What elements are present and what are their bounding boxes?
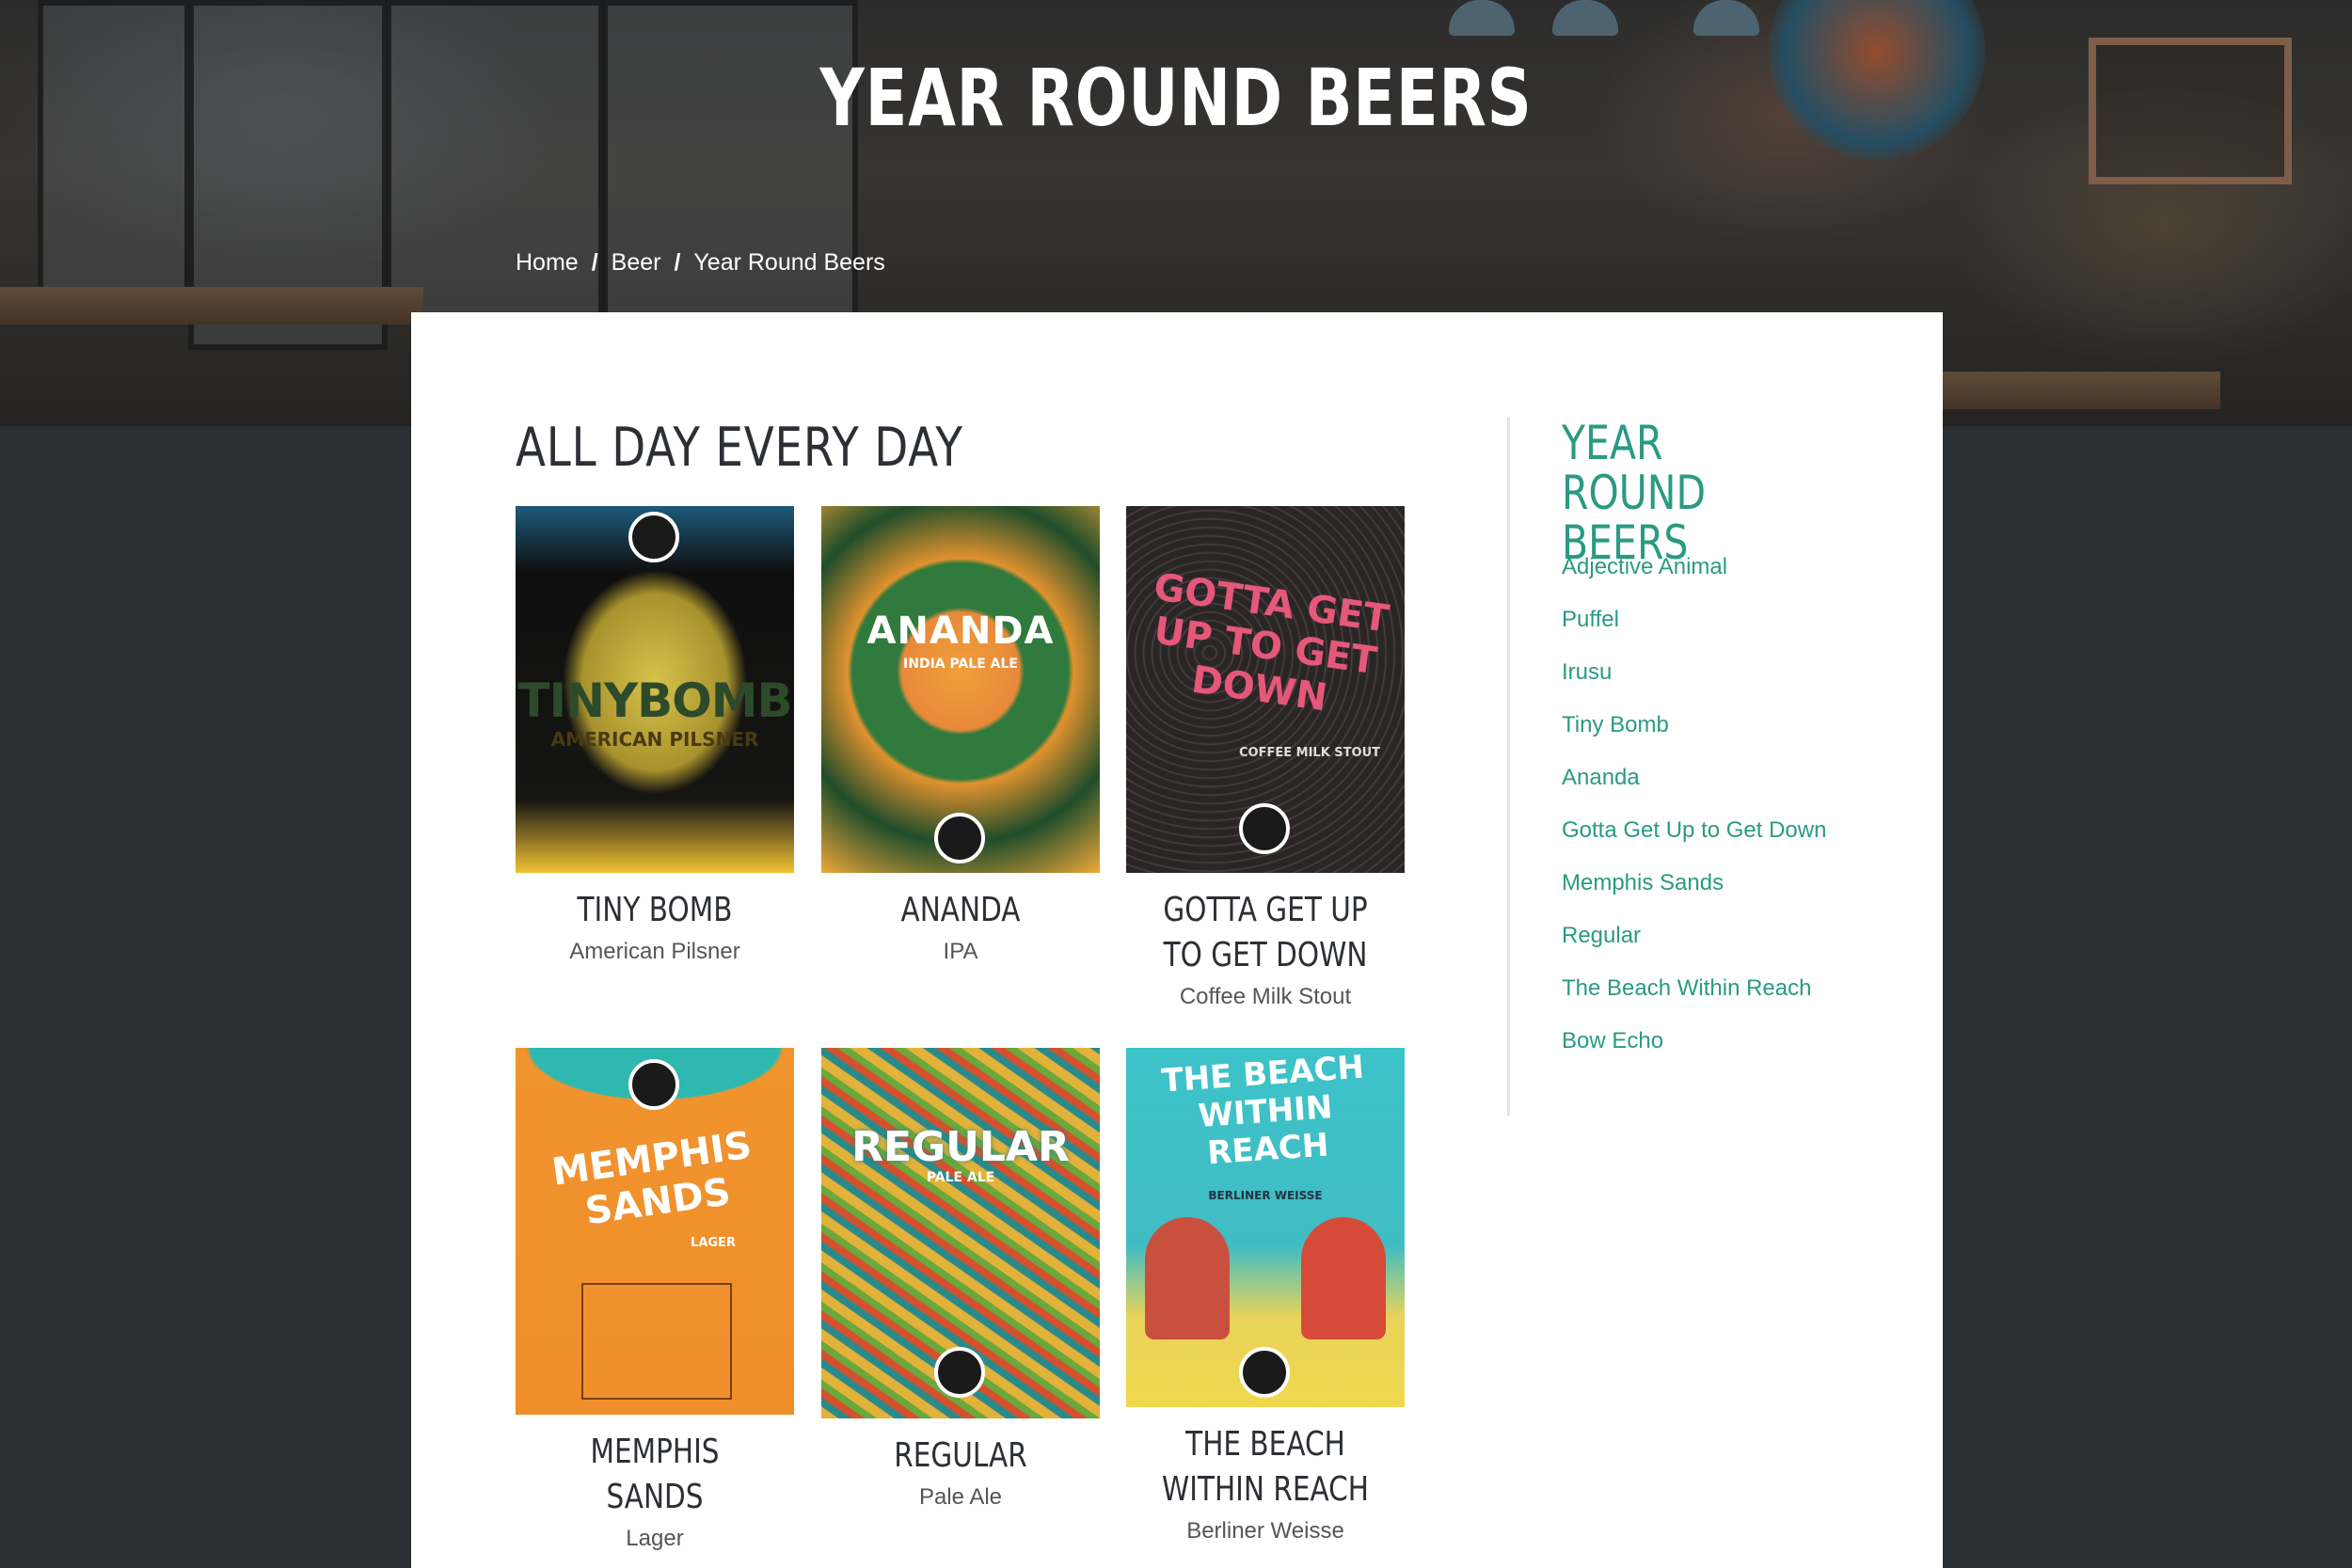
- gotta-get-up-poster[interactable]: GOTTA GET UP TO GET DOWN COFFEE MILK STO…: [1126, 506, 1405, 873]
- wisacre-logo-icon: [628, 512, 679, 562]
- beer-card-ananda[interactable]: ANANDA INDIA PALE ALE ANANDA IPA: [821, 506, 1100, 965]
- poster-figure: [1145, 1217, 1230, 1339]
- beach-within-reach-poster[interactable]: THE BEACH WITHIN REACH BERLINER WEISSE: [1126, 1048, 1405, 1407]
- beer-card-tiny-bomb[interactable]: TINYBOMB AMERICAN PILSNER TINY BOMB Amer…: [516, 506, 794, 965]
- beer-card-beach-within-reach[interactable]: THE BEACH WITHIN REACH BERLINER WEISSE T…: [1126, 1048, 1405, 1544]
- sidebar-link-beach-within-reach[interactable]: The Beach Within Reach: [1562, 969, 1844, 1008]
- beer-name[interactable]: THE BEACH WITHIN REACH: [1152, 1422, 1380, 1513]
- beer-name[interactable]: MEMPHIS SANDS: [541, 1430, 770, 1520]
- sidebar-divider: [1507, 417, 1510, 1116]
- sidebar-link-gotta-get-up[interactable]: Gotta Get Up to Get Down: [1562, 811, 1844, 850]
- poster-figure: [1301, 1217, 1386, 1339]
- poster-subtitle: INDIA PALE ALE: [903, 657, 1018, 672]
- breadcrumb-separator: /: [674, 249, 681, 276]
- poster-title: THE BEACH WITHIN REACH: [1160, 1048, 1366, 1173]
- beer-style: Lager: [626, 1526, 684, 1551]
- sidebar-link-regular[interactable]: Regular: [1562, 916, 1844, 956]
- regular-poster[interactable]: REGULAR PALE ALE: [821, 1048, 1100, 1418]
- beer-style: IPA: [943, 939, 978, 964]
- beer-name[interactable]: GOTTA GET UP TO GET DOWN: [1152, 888, 1380, 978]
- beer-style: Coffee Milk Stout: [1179, 984, 1352, 1009]
- breadcrumb-home-link[interactable]: Home: [516, 249, 579, 277]
- poster-label-box: [581, 1283, 732, 1400]
- sidebar-link-tiny-bomb[interactable]: Tiny Bomb: [1562, 705, 1844, 745]
- beer-name[interactable]: ANANDA: [847, 888, 1075, 933]
- memphis-sands-poster[interactable]: MEMPHIS SANDS LAGER: [516, 1048, 794, 1415]
- sidebar-link-irusu[interactable]: Irusu: [1562, 653, 1844, 692]
- sidebar-title: YEAR ROUND BEERS: [1562, 416, 1707, 570]
- beer-style: American Pilsner: [569, 939, 740, 964]
- beer-name[interactable]: TINY BOMB: [541, 888, 770, 933]
- sidebar-nav: Adjective Animal Puffel Irusu Tiny Bomb …: [1562, 547, 1844, 1074]
- poster-subtitle: BERLINER WEISSE: [1208, 1189, 1323, 1202]
- section-title: ALL DAY EVERY DAY: [516, 417, 963, 479]
- breadcrumb: Home / Beer / Year Round Beers: [516, 249, 885, 277]
- wisacre-logo-icon: [628, 1059, 679, 1110]
- wisacre-logo-icon: [934, 813, 985, 863]
- beer-card-gotta-get-up[interactable]: GOTTA GET UP TO GET DOWN COFFEE MILK STO…: [1126, 506, 1405, 1010]
- sidebar-link-puffel[interactable]: Puffel: [1562, 600, 1844, 640]
- breadcrumb-beer-link[interactable]: Beer: [612, 249, 661, 277]
- sidebar-link-adjective-animal[interactable]: Adjective Animal: [1562, 547, 1844, 587]
- wisacre-logo-icon: [1239, 803, 1290, 854]
- poster-title: REGULAR: [851, 1123, 1070, 1171]
- breadcrumb-current: Year Round Beers: [693, 249, 885, 276]
- wisacre-logo-icon: [1239, 1347, 1290, 1398]
- poster-title: ANANDA: [866, 610, 1055, 653]
- page-title: YEAR ROUND BEERS: [819, 52, 1533, 144]
- beer-style: Pale Ale: [918, 1484, 1003, 1510]
- poster-subtitle: LAGER: [691, 1236, 736, 1250]
- sidebar-link-bow-echo[interactable]: Bow Echo: [1562, 1022, 1844, 1061]
- beer-style: Berliner Weisse: [1186, 1518, 1344, 1544]
- poster-title: MEMPHIS SANDS: [548, 1123, 755, 1234]
- beer-card-memphis-sands[interactable]: MEMPHIS SANDS LAGER MEMPHIS SANDS Lager: [516, 1048, 794, 1552]
- sidebar-link-memphis-sands[interactable]: Memphis Sands: [1562, 863, 1844, 903]
- poster-subtitle: COFFEE MILK STOUT: [1239, 746, 1381, 760]
- poster-subtitle: PALE ALE: [926, 1170, 995, 1185]
- wisacre-logo-icon: [934, 1347, 985, 1398]
- poster-title: TINYBOMB: [517, 673, 792, 728]
- tiny-bomb-poster[interactable]: TINYBOMB AMERICAN PILSNER: [516, 506, 794, 873]
- beer-name[interactable]: REGULAR: [847, 1433, 1075, 1479]
- poster-subtitle: AMERICAN PILSNER: [550, 728, 759, 751]
- ananda-poster[interactable]: ANANDA INDIA PALE ALE: [821, 506, 1100, 873]
- beer-card-regular[interactable]: REGULAR PALE ALE REGULAR Pale Ale: [821, 1048, 1100, 1511]
- poster-title: GOTTA GET UP TO GET DOWN: [1151, 565, 1392, 721]
- breadcrumb-separator: /: [591, 249, 598, 276]
- sidebar-link-ananda[interactable]: Ananda: [1562, 758, 1844, 798]
